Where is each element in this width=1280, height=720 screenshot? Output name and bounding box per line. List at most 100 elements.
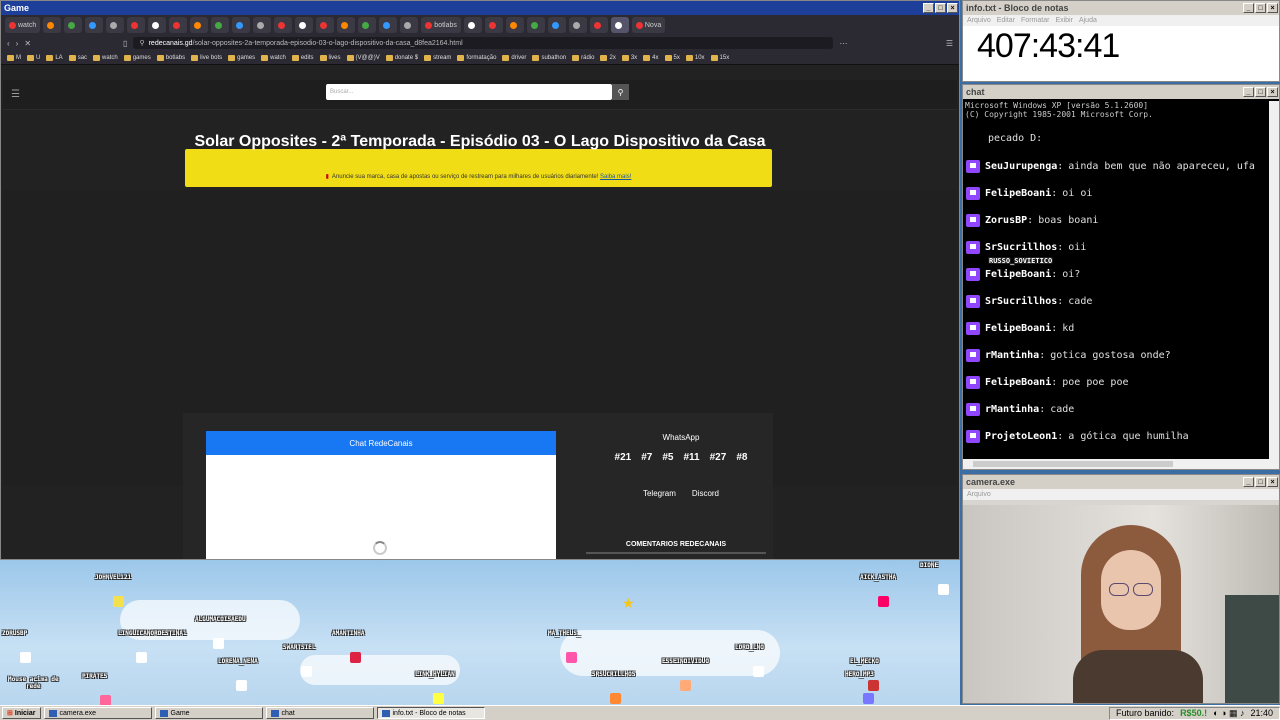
browser-tab[interactable] xyxy=(169,17,188,33)
close-icon[interactable]: × xyxy=(1267,3,1278,13)
browser-tab[interactable] xyxy=(589,17,608,33)
bookmark-item[interactable]: subathon xyxy=(532,54,566,61)
chat-username[interactable]: SrSucrillhos xyxy=(985,296,1057,307)
chat-username[interactable]: FelipeBoani xyxy=(985,377,1051,388)
bookmark-item[interactable]: driver xyxy=(502,54,526,61)
browser-tab[interactable] xyxy=(337,17,356,33)
browser-tab[interactable] xyxy=(610,17,629,33)
maximize-icon[interactable]: □ xyxy=(1255,477,1266,487)
vertical-scrollbar[interactable] xyxy=(1269,101,1279,461)
bookmark-item[interactable]: LA xyxy=(46,54,63,61)
browser-tab[interactable] xyxy=(547,17,566,33)
close-icon[interactable]: × xyxy=(947,3,958,13)
whatsapp-group-link[interactable]: #11 xyxy=(683,452,699,463)
browser-tab[interactable] xyxy=(106,17,125,33)
game-titlebar[interactable]: Game _ □ × xyxy=(1,1,959,15)
address-bar[interactable]: ⚲ redecanais.gd /solar-opposites-2a-temp… xyxy=(133,37,834,49)
bookmark-item[interactable]: edits xyxy=(291,54,314,61)
browser-tab[interactable]: watch xyxy=(5,17,41,33)
browser-tab[interactable] xyxy=(526,17,545,33)
bookmark-item[interactable]: botlabs xyxy=(156,54,185,61)
bookmark-item[interactable]: (V@@)V xyxy=(346,54,380,61)
maximize-icon[interactable]: □ xyxy=(935,3,946,13)
maximize-icon[interactable]: □ xyxy=(1255,3,1266,13)
minimize-icon[interactable]: _ xyxy=(1243,477,1254,487)
menu-icon[interactable]: ☰ xyxy=(946,39,953,48)
browser-tab[interactable] xyxy=(295,17,314,33)
browser-tab[interactable] xyxy=(148,17,167,33)
minimize-icon[interactable]: _ xyxy=(923,3,934,13)
browser-tab[interactable] xyxy=(211,17,230,33)
browser-tab[interactable] xyxy=(484,17,503,33)
site-chat-box[interactable]: Chat RedeCanais xyxy=(206,431,556,559)
bookmark-item[interactable]: rádio xyxy=(572,54,594,61)
ad-banner[interactable]: ▮ Anuncie sua marca, casa de apostas ou … xyxy=(185,149,772,187)
tray-icons[interactable]: ◐ ◑ ▦ ♪ xyxy=(1213,708,1244,719)
taskbar-task[interactable]: chat xyxy=(265,707,374,719)
start-button[interactable]: ⊞ Iniciar xyxy=(2,707,41,719)
site-search-input[interactable]: Buscar... xyxy=(326,84,612,100)
telegram-link[interactable]: Telegram xyxy=(643,489,676,498)
browser-tab[interactable] xyxy=(64,17,83,33)
chat-username[interactable]: FelipeBoani xyxy=(985,323,1051,334)
chat-username[interactable]: SeuJurupenga xyxy=(985,161,1057,172)
whatsapp-group-link[interactable]: #21 xyxy=(615,452,632,463)
bookmark-item[interactable]: M xyxy=(7,54,21,61)
close-icon[interactable]: × xyxy=(1267,87,1278,97)
site-info-icon[interactable]: ⚲ xyxy=(139,39,144,47)
browser-tab[interactable] xyxy=(358,17,377,33)
hamburger-menu-icon[interactable]: ☰ xyxy=(11,89,29,100)
browser-tab[interactable] xyxy=(463,17,482,33)
bookmark-item[interactable]: watch xyxy=(93,54,118,61)
camera-menu-item[interactable]: Arquivo xyxy=(967,491,991,498)
extensions-icon[interactable]: ⋯ xyxy=(839,39,847,48)
chat-username[interactable]: rMantinha xyxy=(985,350,1039,361)
chat-window[interactable]: chat _ □ × Microsoft Windows XP [versão … xyxy=(962,84,1280,470)
discord-link[interactable]: Discord xyxy=(692,489,719,498)
browser-tab[interactable]: Nova xyxy=(631,17,666,33)
bookmark-item[interactable]: games xyxy=(123,54,151,61)
browser-tab[interactable] xyxy=(379,17,398,33)
whatsapp-group-link[interactable]: #27 xyxy=(710,452,727,463)
bookmark-item[interactable]: live bots xyxy=(191,54,222,61)
back-icon[interactable]: ‹ xyxy=(7,39,10,48)
bookmark-item[interactable]: 3x xyxy=(621,54,637,61)
browser-tab[interactable]: botlabs xyxy=(421,17,461,33)
browser-tab[interactable] xyxy=(316,17,335,33)
chat-username[interactable]: rMantinha xyxy=(985,404,1039,415)
taskbar-task[interactable]: info.txt - Bloco de notas xyxy=(376,707,485,719)
chat-username[interactable]: SrSucrillhos xyxy=(985,242,1057,253)
bookmark-item[interactable]: 10x xyxy=(685,54,705,61)
browser-tab[interactable] xyxy=(568,17,587,33)
notepad-menu-item[interactable]: Arquivo xyxy=(967,17,991,24)
bookmark-item[interactable]: games xyxy=(228,54,255,61)
notepad-menu-item[interactable]: Exibir xyxy=(1055,17,1073,24)
camera-window[interactable]: camera.exe _ □ × Arquivo xyxy=(962,474,1280,704)
bookmark-item[interactable]: donate $ xyxy=(385,54,418,61)
notepad-window[interactable]: info.txt - Bloco de notas _ □ × Arquivo E… xyxy=(962,0,1280,82)
notepad-menu-item[interactable]: Ajuda xyxy=(1079,17,1097,24)
bookmark-item[interactable]: sac xyxy=(68,54,87,61)
notepad-titlebar[interactable]: info.txt - Bloco de notas _ □ × xyxy=(963,1,1279,15)
ad-link[interactable]: Saiba mais! xyxy=(600,174,631,180)
bookmark-item[interactable]: 5x xyxy=(664,54,680,61)
bookmark-icon[interactable]: ▯ xyxy=(123,39,127,48)
bookmark-item[interactable]: watch xyxy=(261,54,286,61)
horizontal-scrollbar[interactable] xyxy=(963,459,1279,469)
camera-titlebar[interactable]: camera.exe _ □ × xyxy=(963,475,1279,489)
whatsapp-group-link[interactable]: #8 xyxy=(736,452,747,463)
minimize-icon[interactable]: _ xyxy=(1243,3,1254,13)
browser-tab[interactable] xyxy=(274,17,293,33)
browser-tab[interactable] xyxy=(43,17,62,33)
bookmark-item[interactable]: 2x xyxy=(600,54,616,61)
maximize-icon[interactable]: □ xyxy=(1255,87,1266,97)
game-window[interactable]: Game _ □ × watch botlabs Nova ‹ › ✕ ▯ ⚲ re… xyxy=(0,0,960,560)
search-icon[interactable]: ⚲ xyxy=(612,84,629,100)
whatsapp-group-link[interactable]: #7 xyxy=(641,452,652,463)
browser-tab[interactable] xyxy=(400,17,419,33)
browser-tab[interactable] xyxy=(85,17,104,33)
stop-icon[interactable]: ✕ xyxy=(24,39,31,48)
bookmark-item[interactable]: formatação xyxy=(457,54,496,61)
bookmark-item[interactable]: lives xyxy=(319,54,341,61)
chat-username[interactable]: FelipeBoani xyxy=(985,188,1051,199)
